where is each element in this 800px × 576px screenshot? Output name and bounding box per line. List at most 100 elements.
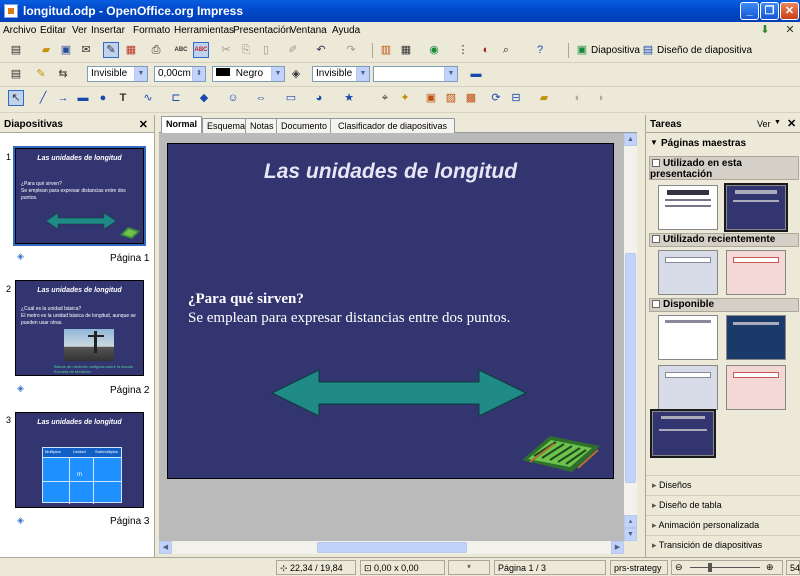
slide-title[interactable]: Las unidades de longitud [168,160,613,184]
slide-design-icon[interactable]: ▤ [640,42,656,58]
task-link-slide-transition[interactable]: Transición de diapositivas [652,540,762,551]
master-thumb-available-4[interactable] [726,365,786,410]
zoom-handle[interactable] [708,563,712,572]
table-icon[interactable]: ▦ [398,42,414,58]
from-file-icon[interactable]: ▨ [443,90,459,106]
master-thumb-available-1[interactable] [658,315,718,360]
current-slide[interactable]: Las unidades de longitud ¿Para qué sirve… [167,143,614,479]
autospellcheck-icon[interactable]: ABC [193,42,209,58]
zoom-percent[interactable]: 54 [786,560,800,575]
paste-icon[interactable]: ▯ [258,42,274,58]
curve-tool-icon[interactable]: ∿ [140,90,156,106]
arrow-tool-icon[interactable]: → [55,90,71,106]
master-thumb-pink[interactable] [726,250,786,295]
chevron-down-icon[interactable]: ▼ [774,119,781,126]
connector-tool-icon[interactable]: ⊏ [168,90,184,106]
menu-ver[interactable]: Ver [72,25,87,36]
menu-archivo[interactable]: Archivo [3,25,36,36]
task-link-custom-animation[interactable]: Animación personalizada [652,520,760,531]
basic-shapes-icon[interactable]: ◆ [196,90,212,106]
styles-icon[interactable]: ▤ [8,66,24,82]
gallery-icon[interactable]: ◐ [478,42,494,58]
stars-icon[interactable]: ★ [341,90,357,106]
task-item-slide-transition[interactable]: Transición de diapositivas [646,535,800,557]
arrange-icon[interactable]: ▰ [536,90,552,106]
extrusion-icon[interactable]: ◐ [570,90,586,106]
task-item-layouts[interactable]: Diseños [646,475,800,495]
section-recently-used[interactable]: Utilizado recientemente [649,233,799,247]
shape-animation-icon[interactable]: ◑ [592,90,608,106]
edit-file-icon[interactable]: ✎ [103,42,119,58]
callouts-icon[interactable]: ◕ [311,90,327,106]
vertical-scroll-thumb[interactable] [625,253,636,483]
slide-button-label[interactable]: Diapositiva [591,45,640,56]
area-style-select[interactable]: Invisible ▼ [312,66,370,82]
symbol-shapes-icon[interactable]: ☺ [225,90,241,106]
tab-notas[interactable]: Notas [245,118,279,133]
master-thumb-available-5[interactable] [650,409,716,458]
zoom-slider[interactable]: ⊖ ⊕ [671,560,783,575]
page-up-icon[interactable]: ▴ [624,515,637,528]
task-item-table-design[interactable]: Diseño de tabla [646,495,800,515]
navigator-icon[interactable]: ◉ [426,42,442,58]
rectangle-tool-icon[interactable]: ▬ [75,90,91,106]
spellcheck-icon[interactable]: ABC [173,42,189,58]
zoom-out-icon[interactable]: ⊖ [675,562,683,573]
close-document-icon[interactable]: ✕ [782,22,798,38]
help-icon[interactable]: ? [532,42,548,58]
alignment-icon[interactable]: ⊟ [508,90,524,106]
scroll-down-icon[interactable]: ▼ [624,528,637,541]
chevron-down-icon[interactable]: ▼ [444,67,457,81]
flowchart-icon[interactable]: ▭ [283,90,299,106]
line-icon[interactable]: ✎ [33,66,49,82]
tab-documento[interactable]: Documento [276,118,333,133]
menu-ayuda[interactable]: Ayuda [332,25,360,36]
line-color-select[interactable]: Negro ▼ [212,66,285,82]
glue-points-icon[interactable]: ✦ [397,90,413,106]
points-icon[interactable]: ⌖ [377,90,393,106]
close-panel-icon[interactable]: ✕ [787,117,796,130]
slide-design-button-label[interactable]: Diseño de diapositiva [657,45,752,56]
spinner-icon[interactable]: ⬍ [192,67,205,81]
arrow-style-icon[interactable]: ⇆ [55,66,71,82]
menu-ventana[interactable]: Ventana [290,25,327,36]
ellipse-tool-icon[interactable]: ● [95,90,111,106]
close-panel-icon[interactable]: ✕ [139,118,148,131]
scroll-right-icon[interactable]: ▶ [611,541,624,554]
slide-transition-icon[interactable]: ◈ [17,251,24,262]
line-tool-icon[interactable]: ╱ [35,90,51,106]
menu-presentacion[interactable]: Presentación [233,25,291,36]
update-icon[interactable]: ⬇ [757,22,773,38]
scroll-up-icon[interactable]: ▲ [624,133,637,146]
minimize-button[interactable]: _ [740,2,759,20]
chevron-down-icon[interactable]: ▼ [356,67,369,81]
save-icon[interactable]: ▣ [58,42,74,58]
horizontal-scroll-thumb[interactable] [317,542,467,553]
block-arrows-icon[interactable]: ⇔ [253,90,269,106]
area-icon[interactable]: ◈ [288,66,304,82]
view-menu-button[interactable]: Ver [757,119,771,129]
print-icon[interactable]: ⎙ [148,42,164,58]
shadow-icon[interactable]: ▬ [468,66,484,82]
select-pointer-icon[interactable]: ↖ [8,90,24,106]
slide-thumbnail-1[interactable]: Las unidades de longitud ¿Para qué sirve… [13,146,146,246]
section-used-in-presentation[interactable]: Utilizado en esta presentación [649,156,799,180]
zoom-icon[interactable]: ⌕ [498,42,514,58]
fontwork-icon[interactable]: ▣ [423,90,439,106]
close-button[interactable]: ✕ [780,2,799,20]
master-thumb-available-2[interactable] [726,315,786,360]
zoom-in-icon[interactable]: ⊕ [766,562,774,573]
section-available[interactable]: Disponible [649,298,799,312]
email-icon[interactable]: ✉ [78,42,94,58]
slide-icon[interactable]: ▣ [574,42,590,58]
document-modified-indicator[interactable]: * [448,560,490,575]
slide-work-area[interactable]: Las unidades de longitud ¿Para qué sirve… [159,133,624,541]
task-item-custom-animation[interactable]: Animación personalizada [646,515,800,535]
line-width-field[interactable]: 0,00cm ⬍ [154,66,206,82]
cut-icon[interactable]: ✂ [218,42,234,58]
maximize-button[interactable]: ❐ [760,2,779,20]
vertical-scrollbar[interactable]: ▲ ▴ ▼ [624,133,637,541]
double-arrow-shape[interactable] [271,368,527,418]
menu-formato[interactable]: Formato [133,25,170,36]
area-value-select[interactable]: ▼ [373,66,458,82]
